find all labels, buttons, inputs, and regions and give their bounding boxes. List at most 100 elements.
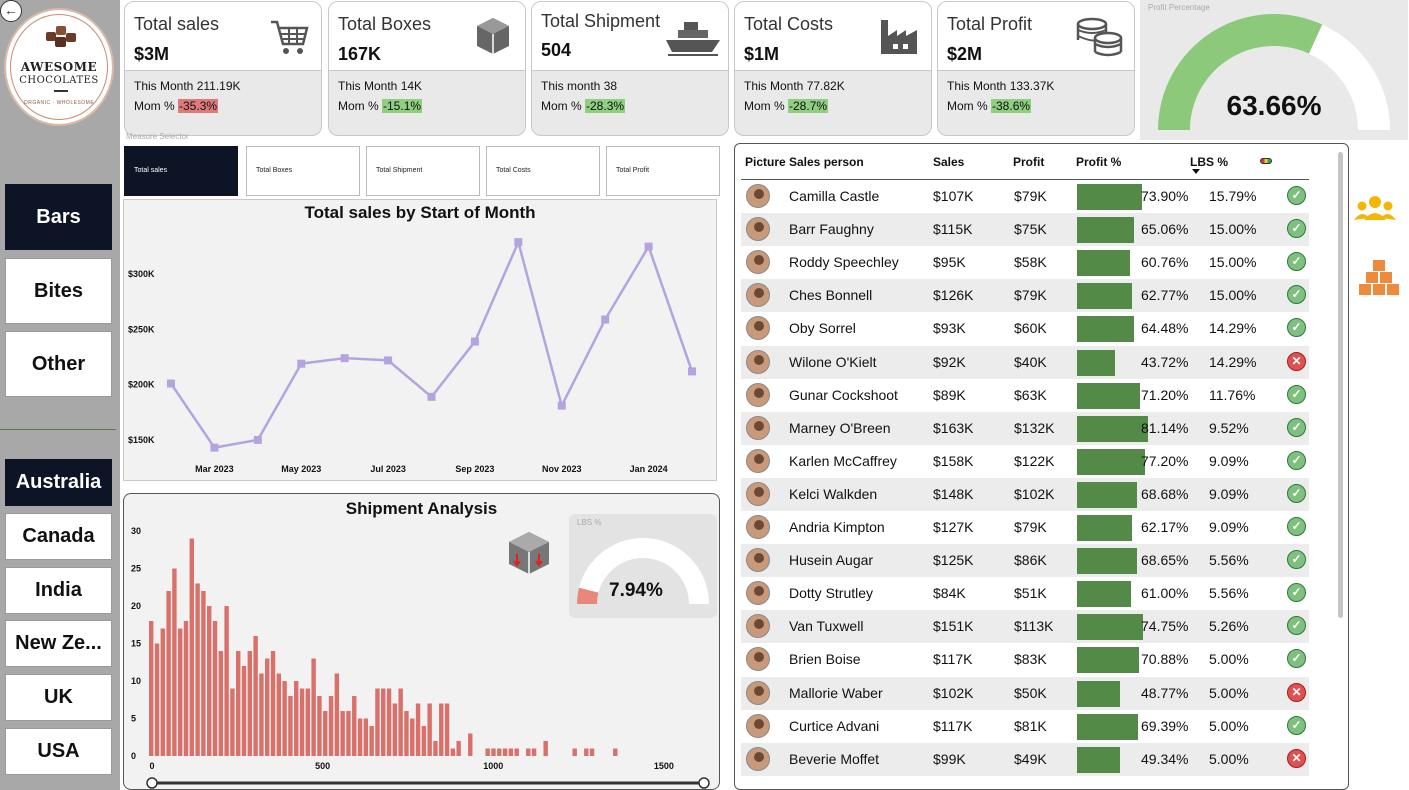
cell-profit-pct: 62.17% (1141, 519, 1189, 535)
people-icon[interactable] (1354, 194, 1396, 224)
col-header-profit-pct[interactable]: Profit % (1076, 155, 1121, 169)
histogram-bar (317, 696, 322, 756)
country-button-canada[interactable]: Canada (5, 513, 112, 560)
ship-icon (666, 22, 720, 56)
cell-sales-person: Barr Faughny (789, 221, 874, 238)
kpi-card-total-profit: Total Profit $2M This Month 133.37K Mom … (937, 1, 1135, 136)
histogram-bar (247, 651, 253, 756)
table-row[interactable]: Mallorie Waber $102K $50K 48.77% 5.00% ✕ (741, 676, 1309, 710)
kpi-value: $1M (744, 44, 780, 64)
histogram-bar (183, 621, 189, 756)
cell-sales: $89K (933, 386, 966, 403)
cell-profit-pct: 70.88% (1141, 651, 1189, 668)
table-row[interactable]: Van Tuxwell $151K $113K 74.75% 5.26% ✓ (741, 610, 1309, 644)
cell-lbs-pct: 5.00% (1209, 684, 1249, 701)
histogram-bar (369, 726, 374, 756)
kpi-card-total-shipment: Total Shipment 504 This month 38 Mom % -… (531, 1, 729, 136)
table-row[interactable]: Oby Sorrel $93K $60K 64.48% 14.29% ✓ (741, 312, 1309, 345)
cell-lbs-pct: 9.09% (1209, 485, 1249, 502)
data-point (514, 238, 523, 247)
col-header-sales-person[interactable]: Sales person (789, 155, 864, 169)
country-button-australia[interactable]: Australia (5, 459, 112, 506)
measure-option-total-shipment[interactable]: Total Shipment (366, 146, 480, 196)
profit-bar (1077, 581, 1131, 608)
cell-profit-pct: 43.72% (1141, 353, 1189, 370)
coins-icon (1076, 17, 1123, 57)
avatar (746, 515, 770, 539)
cell-lbs-pct: 14.29% (1209, 353, 1257, 370)
category-button-other[interactable]: Other (5, 331, 112, 397)
table-row[interactable]: Camilla Castle $107K $79K 73.90% 15.79% ✓ (741, 180, 1309, 213)
profit-bar (1077, 415, 1148, 442)
histogram-bar (236, 651, 241, 756)
table-row[interactable]: Barr Faughny $115K $75K 65.06% 15.00% ✓ (741, 213, 1309, 247)
table-scrollbar[interactable] (1338, 152, 1343, 618)
avatar (746, 349, 770, 374)
country-button-india[interactable]: India (5, 567, 112, 614)
cell-sales: $102K (933, 684, 974, 701)
sales-line-chart-panel: Total sales by Start of Month $150K $200K… (123, 199, 717, 481)
col-header-picture[interactable]: Picture (745, 155, 786, 169)
country-button-uk[interactable]: UK (5, 674, 112, 721)
check-icon: ✓ (1287, 384, 1306, 404)
table-row[interactable]: Brien Boise $117K $83K 70.88% 5.00% ✓ (741, 643, 1309, 676)
measure-option-total-profit[interactable]: Total Profit (606, 146, 720, 196)
country-button-new-zealand[interactable]: New Ze... (5, 620, 112, 667)
back-icon[interactable]: ← (0, 0, 22, 22)
cell-profit: $50K (1014, 684, 1047, 701)
table-row[interactable]: Roddy Speechley $95K $58K 60.76% 15.00% ✓ (741, 246, 1309, 279)
cell-profit-pct: 81.14% (1141, 419, 1189, 436)
histogram-bar (572, 748, 577, 756)
y-tick-label: $250K (128, 324, 155, 334)
table-row[interactable]: Marney O'Breen $163K $132K 81.14% 9.52% ✓ (741, 411, 1309, 445)
measure-option-total-boxes[interactable]: Total Boxes (246, 146, 360, 196)
measure-option-total-sales[interactable]: Total sales (124, 146, 238, 196)
col-header-sales[interactable]: Sales (933, 155, 964, 169)
range-slider-handle-max (698, 777, 710, 789)
measure-option-total-costs[interactable]: Total Costs (486, 146, 600, 196)
x-tick-label: Jul 2023 (370, 464, 406, 474)
avatar (746, 548, 770, 573)
avatar (746, 283, 770, 308)
table-row[interactable]: Gunar Cockshoot $89K $63K 71.20% 11.76% ✓ (741, 379, 1309, 412)
table-row[interactable]: Dotty Strutley $84K $51K 61.00% 5.56% ✓ (741, 577, 1309, 610)
cell-sales: $84K (933, 585, 966, 602)
table-row[interactable]: Husein Augar $125K $86K 68.65% 5.56% ✓ (741, 544, 1309, 578)
table-row[interactable]: Wilone O'Kielt $92K $40K 43.72% 14.29% ✕ (741, 345, 1309, 379)
col-header-profit[interactable]: Profit (1013, 155, 1044, 169)
category-button-bars[interactable]: Bars (5, 184, 112, 250)
sidebar: ← AWESOME CHOCOLATES ORGANIC · WHOLESOME… (0, 0, 120, 790)
boxes-stack-icon[interactable] (1359, 258, 1399, 298)
table-row[interactable]: Kelci Walkden $148K $102K 68.68% 9.09% ✓ (741, 477, 1309, 511)
profit-bar (1077, 382, 1140, 409)
histogram-bar (276, 673, 282, 756)
histogram-bar (589, 748, 595, 756)
data-point (644, 242, 653, 251)
cell-profit-pct: 49.34% (1141, 750, 1189, 767)
kpi-title: Total Profit (947, 14, 1033, 34)
table-row[interactable]: Beverie Moffet $99K $49K 49.34% 5.00% ✕ (741, 742, 1309, 776)
kpi-value: $2M (947, 44, 983, 64)
histogram-bar (497, 748, 502, 756)
table-row[interactable]: Karlen McCaffrey $158K $122K 77.20% 9.09% ✓ (741, 445, 1309, 478)
cell-profit: $79K (1014, 287, 1047, 304)
table-row[interactable]: Curtice Advani $117K $81K 69.39% 5.00% ✓ (741, 710, 1309, 743)
histogram-bar (357, 718, 363, 756)
country-button-usa[interactable]: USA (5, 728, 112, 775)
table-row[interactable]: Ches Bonnell $126K $79K 62.77% 15.00% ✓ (741, 279, 1309, 313)
table-row[interactable]: Andria Kimpton $127K $79K 62.17% 9.09% ✓ (741, 511, 1309, 544)
category-button-bites[interactable]: Bites (5, 258, 112, 324)
check-icon: ✓ (1287, 252, 1306, 272)
kpi-mom-badge: -35.3% (178, 99, 219, 113)
check-icon: ✓ (1287, 417, 1306, 437)
histogram-bar (154, 643, 160, 756)
avatar (746, 647, 770, 672)
kpi-mom: Mom % -15.1% (338, 99, 423, 113)
histogram-bar (410, 718, 415, 756)
kpi-this-month: This month 38 (541, 79, 618, 93)
sort-desc-icon (1192, 169, 1200, 174)
avatar (746, 680, 770, 705)
col-header-lbs-pct[interactable]: LBS % (1190, 155, 1228, 169)
profit-bar (1077, 448, 1145, 475)
cell-sales: $163K (933, 419, 974, 436)
